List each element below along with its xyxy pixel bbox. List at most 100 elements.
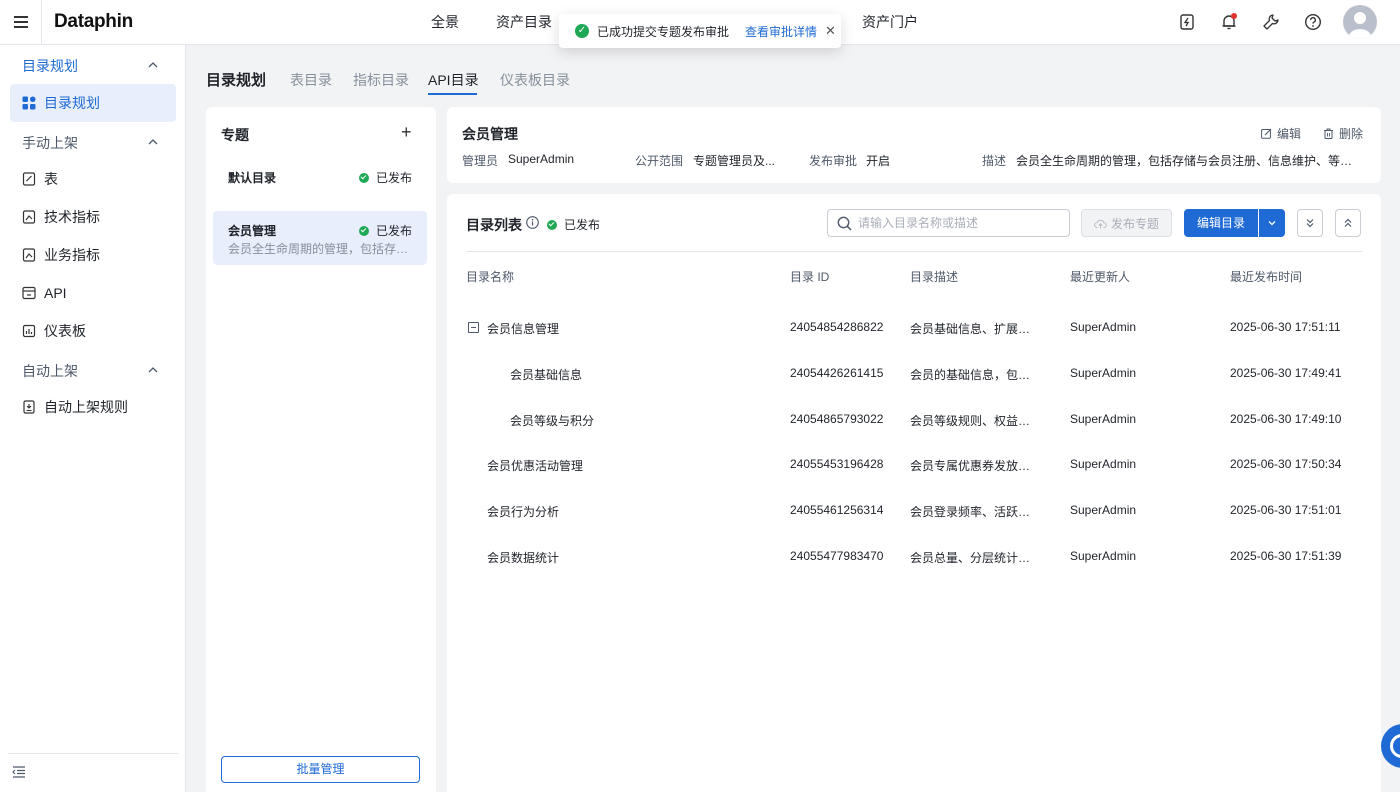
cell-updater: SuperAdmin bbox=[1070, 412, 1137, 426]
batch-manage-button[interactable]: 批量管理 bbox=[221, 756, 420, 783]
table-row[interactable]: 会员信息管理 24054854286822 会员基础信息、扩展属性 SuperA… bbox=[466, 307, 1362, 352]
collapse-all-button[interactable] bbox=[1335, 209, 1361, 237]
publish-label: 发布专题 bbox=[1110, 216, 1159, 231]
table-row[interactable]: 会员优惠活动管理 24055453196428 会员专属优惠券发放、使用记录 S… bbox=[466, 444, 1362, 489]
sidebar-item-label: API bbox=[44, 285, 67, 301]
collapse-tree-icon[interactable] bbox=[468, 322, 479, 333]
api-icon bbox=[22, 286, 36, 300]
biz-metric-icon bbox=[22, 248, 36, 262]
sidebar-group-auto-listing[interactable]: 自动上架 bbox=[22, 361, 78, 381]
topic-name: 默认目录 bbox=[228, 171, 277, 185]
topic-item-member-management[interactable]: 会员管理 已发布 会员全生命周期的管理，包括存储与会员注册、信息维护、等级体系等 bbox=[213, 211, 427, 265]
table-row[interactable]: 会员行为分析 24055461256314 会员登录频率、活跃时段分析 Supe… bbox=[466, 490, 1362, 535]
table-row[interactable]: 会员等级与积分 24054865793022 会员等级规则、权益查询 Super… bbox=[466, 399, 1362, 444]
chevron-up-icon[interactable] bbox=[148, 365, 158, 375]
column-header-description: 目录描述 bbox=[910, 270, 959, 284]
topnav-overview[interactable]: 全景 bbox=[431, 0, 459, 44]
delete-topic-button[interactable]: 删除 bbox=[1323, 125, 1363, 142]
sidebar-group-catalog-planning[interactable]: 目录规划 bbox=[22, 56, 78, 76]
chevron-up-icon[interactable] bbox=[148, 137, 158, 147]
publish-topic-button[interactable]: 发布专题 bbox=[1081, 209, 1172, 237]
rule-icon bbox=[23, 400, 35, 414]
add-topic-icon[interactable]: + bbox=[401, 122, 412, 143]
cell-updater: SuperAdmin bbox=[1070, 320, 1137, 334]
cell-description: 会员的基础信息，包括姓名、性别等 bbox=[910, 368, 1038, 382]
tab-api-catalog[interactable]: API目录 bbox=[428, 70, 479, 90]
field-label-scope: 公开范围 bbox=[635, 154, 684, 168]
info-icon[interactable] bbox=[526, 216, 539, 229]
column-header-publish-time: 最近发布时间 bbox=[1230, 270, 1303, 284]
menu-icon[interactable] bbox=[0, 0, 42, 44]
edit-catalog-dropdown[interactable] bbox=[1259, 209, 1285, 237]
sidebar: 目录规划 目录规划 手动上架 表 技术指标 业务指标 API 仪表板 自动上架 … bbox=[0, 45, 186, 792]
topnav-asset-catalog[interactable]: 资产目录 bbox=[496, 0, 552, 44]
sidebar-item-dashboard[interactable]: 仪表板 bbox=[10, 312, 176, 350]
table-icon bbox=[22, 172, 36, 186]
table-row[interactable]: 会员数据统计 24055477983470 会员总量、分层统计（新老会员） Su… bbox=[466, 536, 1362, 581]
app-logo[interactable]: Dataphin bbox=[54, 11, 133, 33]
active-tab-indicator bbox=[428, 93, 477, 95]
close-icon[interactable]: ✕ bbox=[825, 23, 836, 39]
search-input[interactable] bbox=[858, 216, 1058, 230]
edit-catalog-button[interactable]: 编辑目录 bbox=[1184, 209, 1258, 237]
delete-label: 删除 bbox=[1339, 127, 1364, 141]
user-avatar[interactable] bbox=[1343, 5, 1377, 39]
sidebar-item-label: 自动上架规则 bbox=[44, 399, 128, 415]
field-value-admin: SuperAdmin bbox=[508, 152, 575, 166]
tab-metric-catalog[interactable]: 指标目录 bbox=[353, 70, 409, 90]
topic-name: 会员管理 bbox=[228, 224, 277, 238]
status-text: 已发布 bbox=[375, 171, 412, 185]
sidebar-item-table[interactable]: 表 bbox=[10, 160, 176, 198]
view-approval-link[interactable]: 查看审批详情 bbox=[745, 23, 817, 40]
cell-id: 24055453196428 bbox=[790, 457, 884, 471]
wrench-icon[interactable] bbox=[1262, 13, 1280, 31]
sidebar-item-label: 表 bbox=[44, 171, 58, 187]
cell-description: 会员基础信息、扩展属性 bbox=[910, 322, 1038, 336]
trash-icon bbox=[1324, 128, 1333, 139]
cell-id: 24054854286822 bbox=[790, 320, 884, 334]
sidebar-group-manual-listing[interactable]: 手动上架 bbox=[22, 133, 78, 153]
sidebar-item-auto-rule[interactable]: 自动上架规则 bbox=[10, 388, 176, 426]
topic-description: 会员全生命周期的管理，包括存储与会员注册、信息维护、等级体系等 bbox=[228, 242, 418, 256]
cloud-upload-icon bbox=[1094, 219, 1107, 228]
cell-name: 会员等级与积分 bbox=[510, 414, 595, 428]
cell-updater: SuperAdmin bbox=[1070, 366, 1137, 380]
chevron-up-icon[interactable] bbox=[148, 60, 158, 70]
topnav-asset-portal[interactable]: 资产门户 bbox=[862, 0, 918, 44]
bell-icon[interactable] bbox=[1220, 13, 1238, 31]
sidebar-item-label: 技术指标 bbox=[44, 209, 100, 225]
sidebar-item-catalog-planning[interactable]: 目录规划 bbox=[10, 84, 176, 122]
tab-table-catalog[interactable]: 表目录 bbox=[290, 70, 332, 90]
sidebar-divider bbox=[8, 753, 178, 754]
tab-dashboard-catalog[interactable]: 仪表板目录 bbox=[500, 70, 570, 90]
catalog-list-panel: 目录列表 已发布 发布专题 编辑目录 目录名称 目录 ID 目录描述 最近更新人 bbox=[447, 194, 1381, 792]
sidebar-item-tech-metric[interactable]: 技术指标 bbox=[10, 198, 176, 236]
grid-icon bbox=[22, 96, 36, 110]
floating-help-button[interactable] bbox=[1381, 724, 1400, 768]
dashboard-icon bbox=[22, 324, 36, 338]
toast-message: 已成功提交专题发布审批 bbox=[597, 24, 730, 39]
cell-publish-time: 2025-06-30 17:49:10 bbox=[1230, 412, 1342, 426]
table-row[interactable]: 会员基础信息 24054426261415 会员的基础信息，包括姓名、性别等 S… bbox=[466, 353, 1362, 398]
help-icon[interactable] bbox=[1304, 13, 1322, 31]
cell-updater: SuperAdmin bbox=[1070, 503, 1137, 517]
list-title: 目录列表 bbox=[466, 217, 522, 233]
page-title: 目录规划 bbox=[206, 72, 267, 89]
sidebar-item-biz-metric[interactable]: 业务指标 bbox=[10, 236, 176, 274]
edit-topic-button[interactable]: 编辑 bbox=[1261, 125, 1301, 142]
cell-publish-time: 2025-06-30 17:49:41 bbox=[1230, 366, 1342, 380]
column-header-name: 目录名称 bbox=[466, 270, 515, 284]
status-badge: 已发布 bbox=[547, 216, 600, 233]
collapse-sidebar-icon[interactable] bbox=[12, 766, 26, 778]
topic-item-default[interactable]: 默认目录 已发布 bbox=[213, 157, 427, 195]
sidebar-item-api[interactable]: API bbox=[10, 274, 176, 312]
power-icon[interactable] bbox=[1178, 13, 1196, 31]
column-header-id: 目录 ID bbox=[790, 270, 830, 284]
expand-all-button[interactable] bbox=[1297, 209, 1323, 237]
cell-description: 会员登录频率、活跃时段分析 bbox=[910, 505, 1038, 519]
search-box[interactable] bbox=[827, 209, 1070, 237]
avatar-person-icon bbox=[1348, 12, 1372, 39]
topics-panel: 专题 + 默认目录 已发布 会员管理 已发布 会员全生命周期的管理，包括存储与会… bbox=[206, 107, 436, 792]
field-label-admin: 管理员 bbox=[462, 154, 499, 168]
cell-publish-time: 2025-06-30 17:51:39 bbox=[1230, 549, 1342, 563]
